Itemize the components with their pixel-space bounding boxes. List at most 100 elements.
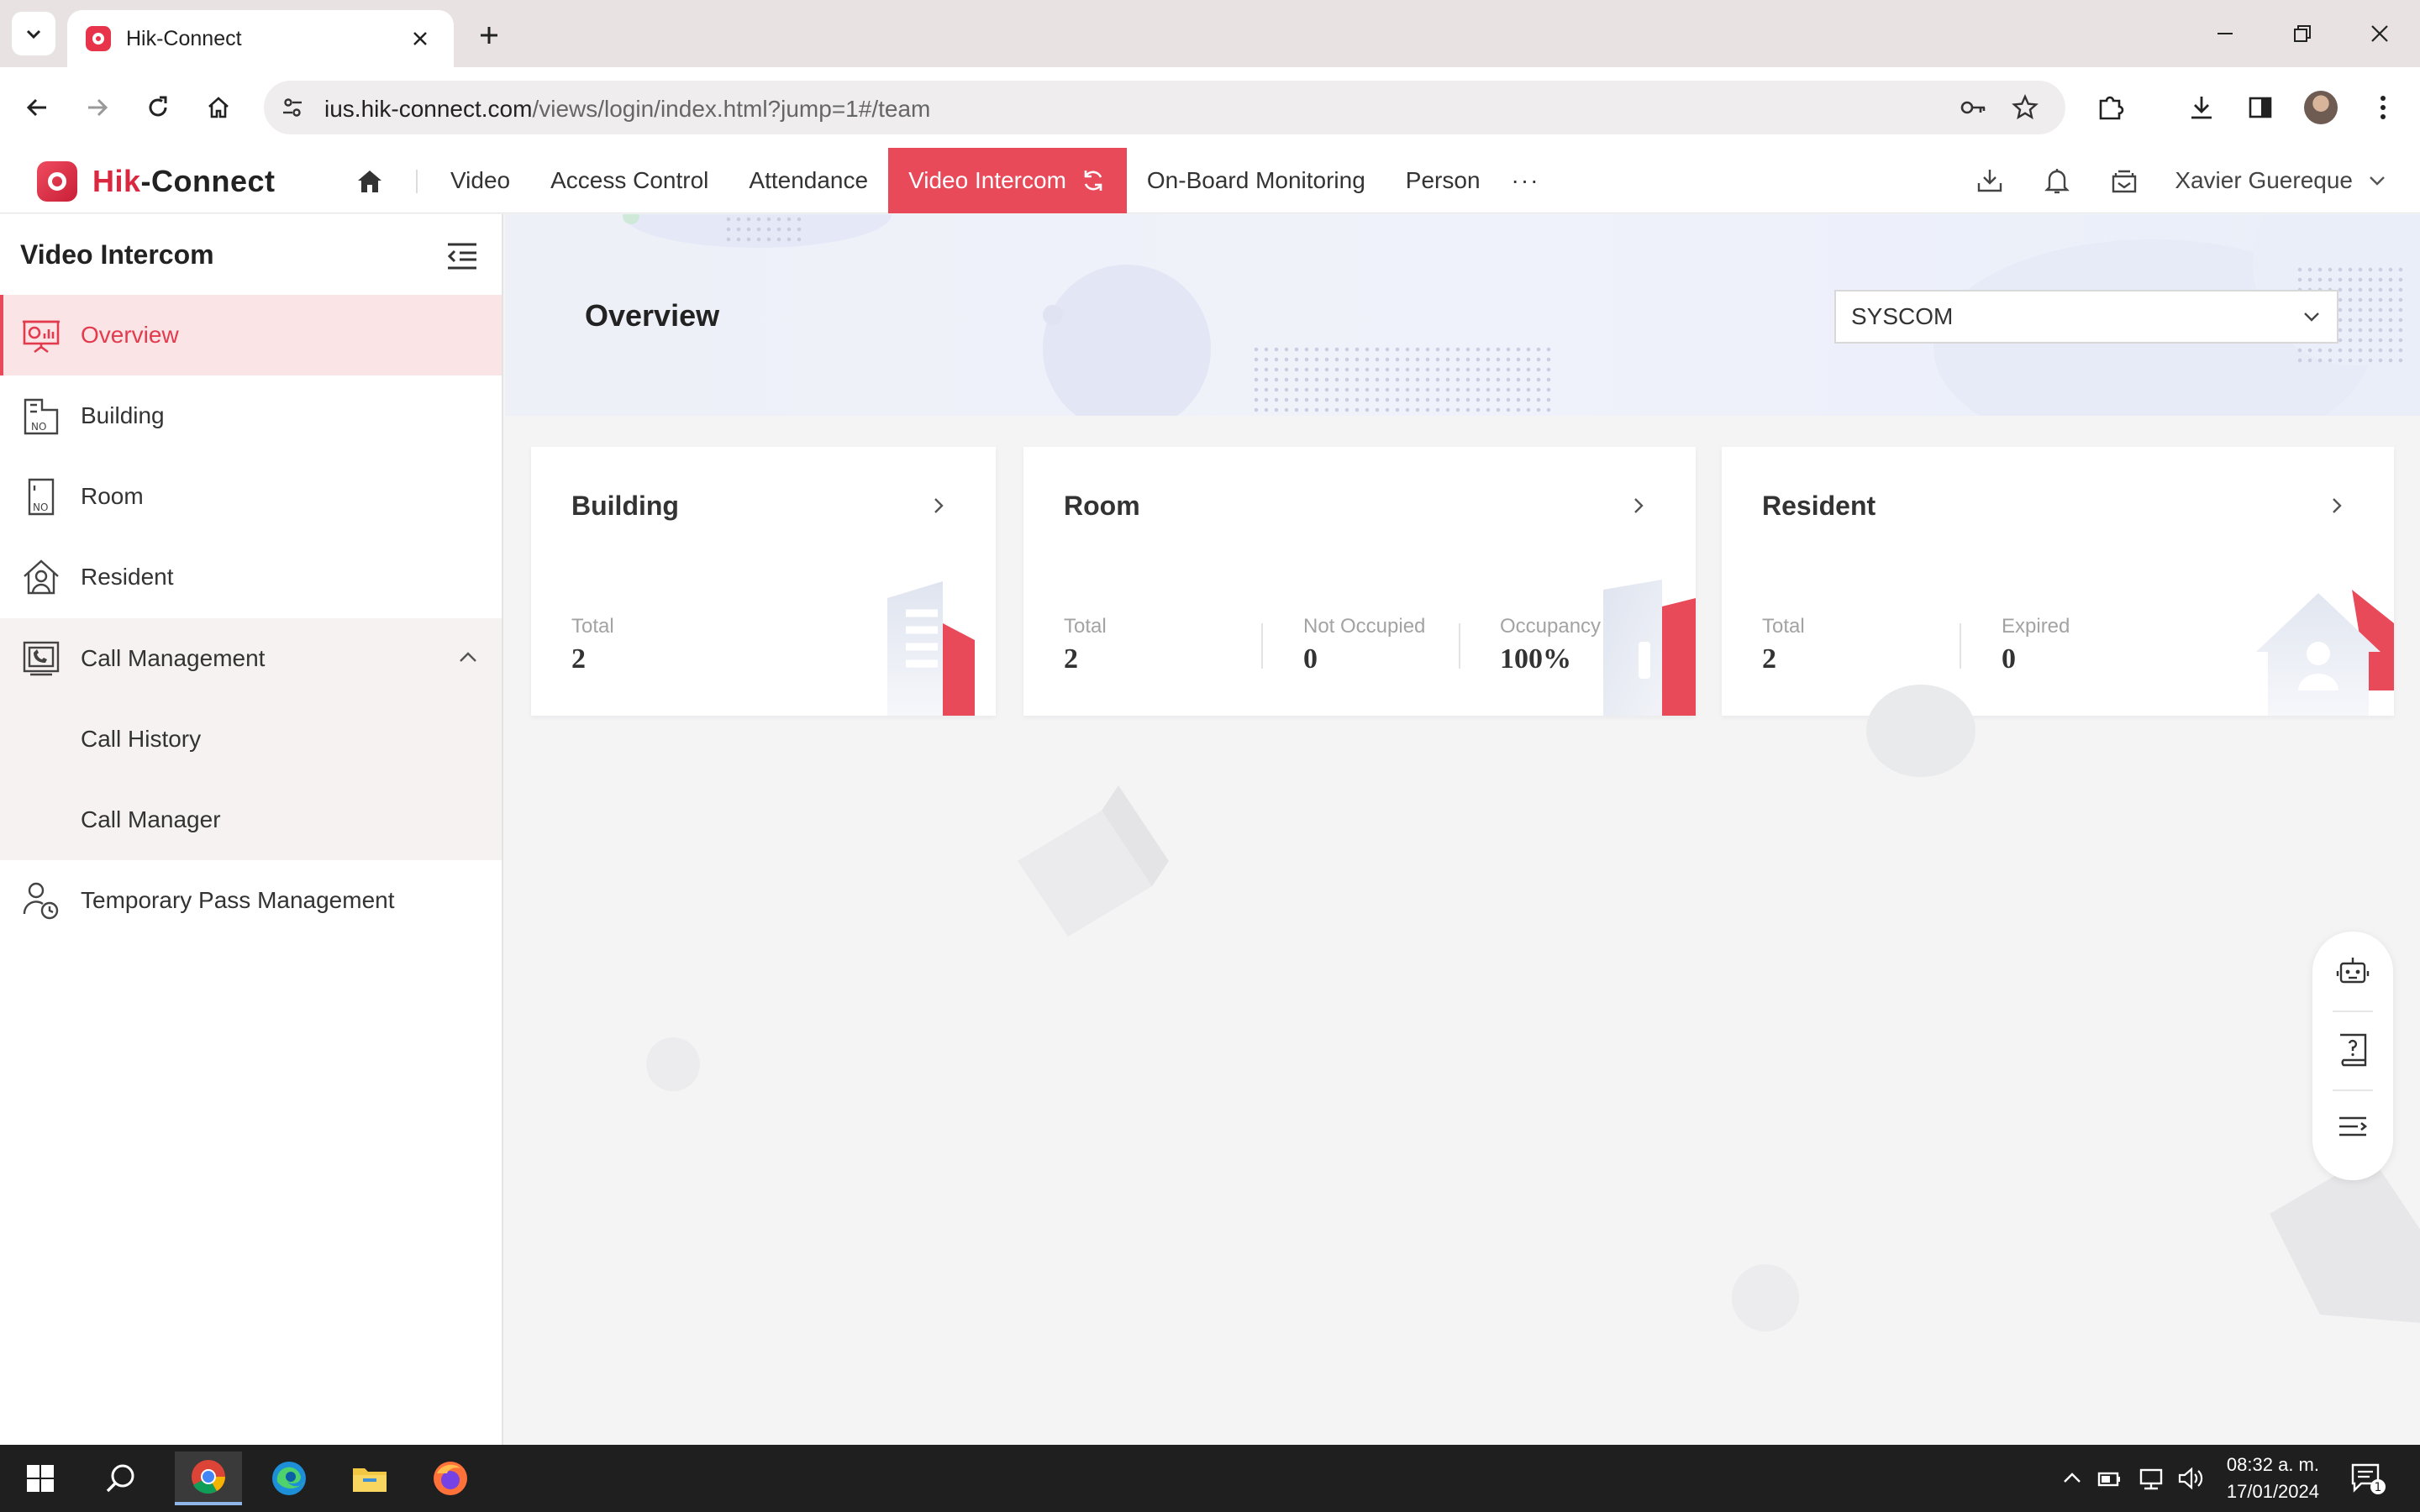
profile-avatar: [2304, 91, 2338, 124]
resident-card-arrow[interactable]: [2320, 489, 2354, 522]
chevron-right-icon: [934, 498, 944, 513]
side-panel-button[interactable]: [2238, 86, 2282, 129]
extensions-button[interactable]: [2089, 86, 2133, 129]
taskbar-search-button[interactable]: [87, 1452, 155, 1505]
refresh-icon[interactable]: [1080, 167, 1107, 194]
close-window-button[interactable]: [2354, 12, 2405, 55]
chevron-down-icon[interactable]: [2368, 171, 2386, 190]
tab-search-button[interactable]: [12, 12, 55, 55]
back-button[interactable]: [15, 86, 59, 129]
app-home-button[interactable]: [351, 163, 388, 200]
header-separator: [416, 170, 418, 193]
floating-tools-divider: [2333, 1089, 2373, 1091]
room-card-arrow[interactable]: [1622, 489, 1655, 522]
forward-button[interactable]: [76, 86, 119, 129]
sidebar: Video Intercom Overview NO Building NO R…: [0, 214, 503, 1445]
taskbar-edge-button[interactable]: [255, 1452, 323, 1505]
firefox-icon: [434, 1462, 467, 1495]
sidebar-item-room[interactable]: NO Room: [0, 456, 502, 537]
restore-window-button[interactable]: [2277, 12, 2328, 55]
taskbar-clock[interactable]: 08:32 a. m. 17/01/2024: [2218, 1452, 2319, 1505]
building-card-arrow[interactable]: [922, 489, 955, 522]
site-select[interactable]: SYSCOM: [1834, 290, 2338, 344]
building-card[interactable]: Building Total 2: [531, 447, 996, 716]
reload-icon: [149, 96, 167, 117]
building-icon: NO: [20, 395, 62, 437]
nav-video-intercom[interactable]: Video Intercom: [888, 148, 1127, 213]
resident-card[interactable]: Resident Total 2 Expired 0: [1722, 447, 2394, 716]
logo-text: Hik-Connect: [92, 164, 276, 199]
profile-button[interactable]: [2299, 86, 2343, 129]
sidebar-item-call-history[interactable]: Call History: [0, 699, 502, 780]
close-icon: [2371, 25, 2388, 42]
sidebar-item-overview[interactable]: Overview: [0, 295, 502, 375]
overview-icon: [20, 314, 62, 356]
notifications-button[interactable]: [2037, 160, 2077, 201]
site-info-button[interactable]: [274, 89, 311, 126]
building-total-value: 2: [571, 643, 586, 675]
home-button[interactable]: [197, 86, 240, 129]
download-center-button[interactable]: [1970, 160, 2010, 201]
nav-video[interactable]: Video: [430, 148, 530, 213]
notification-center-button[interactable]: 1: [2348, 1458, 2388, 1499]
volume-tray-button[interactable]: [2175, 1462, 2208, 1495]
browser-tab-active[interactable]: Hik-Connect: [67, 10, 454, 67]
browser-menu-button[interactable]: [2361, 86, 2405, 129]
svg-text:NO: NO: [33, 501, 48, 513]
user-name[interactable]: Xavier Guereque: [2175, 167, 2353, 194]
chevron-right-icon: [1634, 498, 1644, 513]
bell-icon: [2044, 169, 2070, 194]
chevron-down-icon: [2304, 312, 2319, 322]
collapse-tools-button[interactable]: [2333, 1108, 2373, 1148]
hik-connect-logo[interactable]: Hik-Connect: [37, 161, 276, 202]
message-center-button[interactable]: [2104, 160, 2144, 201]
minimize-window-button[interactable]: [2200, 12, 2250, 55]
taskbar-file-explorer-button[interactable]: [336, 1452, 403, 1505]
background-sphere-decoration: [1732, 1264, 1799, 1331]
speaker-icon: [2178, 1467, 2203, 1490]
downloads-button[interactable]: [2180, 86, 2223, 129]
show-hidden-icons-button[interactable]: [2055, 1462, 2089, 1495]
puzzle-icon: [2099, 96, 2124, 120]
sidebar-item-resident[interactable]: Resident: [0, 537, 502, 617]
side-panel-icon: [2249, 97, 2272, 118]
sidebar-collapse-button[interactable]: [442, 238, 482, 275]
taskbar-firefox-button[interactable]: [417, 1452, 484, 1505]
help-manual-button[interactable]: [2333, 1029, 2373, 1069]
sidebar-item-building[interactable]: NO Building: [0, 375, 502, 456]
tab-close-button[interactable]: [405, 24, 435, 54]
resident-total-label: Total: [1762, 615, 1805, 638]
nav-more-button[interactable]: ···: [1501, 148, 1551, 213]
room-card[interactable]: Room Total 2 Not Occupied 0 Occupancy Ra…: [1023, 447, 1696, 716]
background-cube-decoration: [1018, 785, 1169, 937]
resident-expired-stat: Expired 0: [2002, 615, 2070, 675]
nav-on-board-monitoring[interactable]: On-Board Monitoring: [1127, 148, 1386, 213]
battery-tray-button[interactable]: [2092, 1462, 2126, 1495]
bookmark-button[interactable]: [2007, 89, 2044, 126]
url-text: ius.hik-connect.com/views/login/index.ht…: [324, 96, 930, 123]
call-management-icon: [20, 638, 62, 680]
assistant-bot-button[interactable]: [2333, 950, 2373, 990]
sidebar-item-temporary-pass-management[interactable]: Temporary Pass Management: [0, 860, 502, 941]
browser-toolbar: ius.hik-connect.com/views/login/index.ht…: [0, 67, 2420, 148]
reload-button[interactable]: [136, 86, 180, 129]
restore-icon: [2294, 25, 2311, 42]
home-icon: [208, 97, 229, 118]
sidebar-item-call-manager-label: Call Manager: [81, 806, 221, 832]
nav-access-control[interactable]: Access Control: [530, 148, 729, 213]
nav-more-label: ···: [1511, 167, 1540, 193]
chevron-right-icon: [2333, 498, 2342, 513]
sidebar-item-call-manager[interactable]: Call Manager: [0, 780, 502, 860]
new-tab-button[interactable]: [471, 17, 508, 54]
network-tray-button[interactable]: [2134, 1462, 2168, 1495]
nav-attendance[interactable]: Attendance: [729, 148, 888, 213]
windows-logo-icon: [27, 1465, 54, 1492]
start-button[interactable]: [7, 1452, 74, 1505]
password-key-button[interactable]: [1954, 89, 1991, 126]
taskbar-chrome-button[interactable]: [175, 1452, 242, 1505]
clock-date: 17/01/2024: [2226, 1481, 2319, 1502]
minimize-icon: [2217, 33, 2233, 34]
nav-person[interactable]: Person: [1386, 148, 1501, 213]
sidebar-item-call-management[interactable]: Call Management: [0, 618, 502, 699]
address-bar[interactable]: ius.hik-connect.com/views/login/index.ht…: [264, 81, 2065, 134]
